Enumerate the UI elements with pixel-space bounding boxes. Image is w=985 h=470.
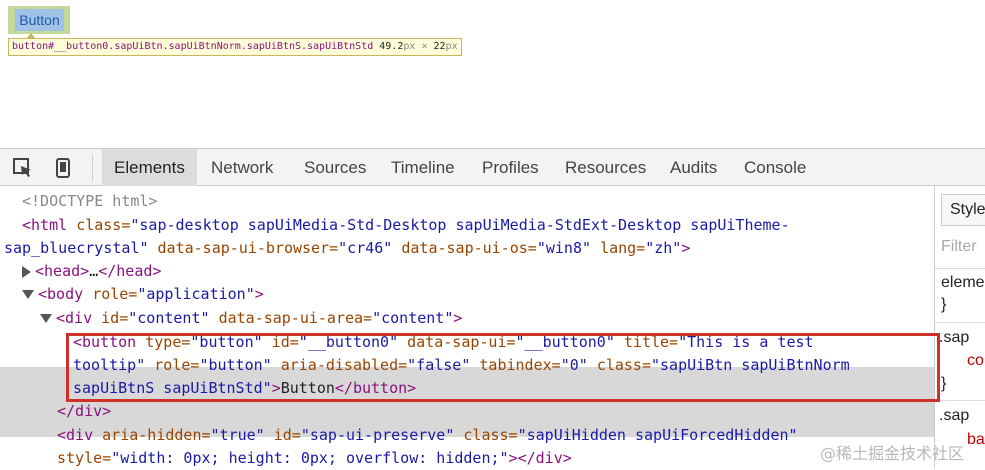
attr-value: sap_bluecrystal": [4, 239, 149, 257]
tooltip-width: 49.2: [379, 41, 404, 52]
attr-name: id=: [273, 426, 301, 444]
div-close-line[interactable]: </div>: [57, 400, 111, 423]
rule-selector[interactable]: .sap: [939, 407, 969, 425]
attr-name: style=: [57, 449, 112, 467]
head-line[interactable]: <head>…</head>: [22, 260, 161, 283]
doctype-line[interactable]: <!DOCTYPE html>: [22, 190, 157, 213]
styles-tab[interactable]: Style: [941, 194, 985, 226]
annotation-highlight-box: [66, 333, 940, 402]
preserve-div-line-2: style="width: 0px; height: 0px; overflow…: [57, 447, 572, 470]
html-line[interactable]: <html class="sap-desktop sapUiMedia-Std-…: [22, 214, 790, 237]
body-tag: <body: [38, 285, 84, 303]
element-style-brace: }: [941, 296, 947, 313]
devtools-toolbar: Elements Network Sources Timeline Profil…: [0, 148, 985, 186]
attr-value: "true": [210, 426, 265, 444]
attr-name: class=: [76, 216, 131, 234]
attr-name: class=: [463, 426, 518, 444]
attr-value: "cr46": [338, 239, 393, 257]
div-tag: <div: [56, 309, 93, 327]
attr-value: "win8": [536, 239, 592, 257]
tooltip-width-unit: px: [403, 41, 416, 52]
styles-divider: [935, 268, 985, 269]
body-line[interactable]: <body role="application">: [22, 283, 264, 306]
tab-network[interactable]: Network: [199, 149, 285, 186]
attr-value: "width: 0px; height: 0px; overflow: hidd…: [111, 449, 509, 467]
rule-property[interactable]: co: [967, 352, 984, 370]
attr-value: "sapUiHidden sapUiForcedHidden": [517, 426, 798, 444]
collapsed-ellipsis: …: [89, 262, 99, 280]
toolbar-divider: [92, 155, 93, 181]
tab-elements[interactable]: Elements: [102, 149, 197, 186]
doctype: <!DOCTYPE html>: [22, 192, 158, 210]
tag-end: ></div>: [508, 449, 572, 467]
page-preview: Button button#__button0.sapUiBtn.sapUiBt…: [0, 0, 985, 150]
tab-profiles[interactable]: Profiles: [470, 149, 551, 186]
rule-close-brace: }: [941, 375, 947, 392]
styles-filter-input[interactable]: Filter: [941, 238, 977, 256]
attr-name: lang=: [600, 239, 646, 257]
attr-value: "zh": [645, 239, 682, 257]
tab-timeline[interactable]: Timeline: [379, 149, 467, 186]
attr-name: data-sap-ui-area=: [218, 309, 373, 327]
attr-name: aria-hidden=: [102, 426, 211, 444]
div-close-tag: </div>: [57, 402, 112, 420]
div-tag: <div: [57, 426, 94, 444]
styles-divider: [935, 322, 985, 323]
head-close-tag: </head>: [98, 262, 162, 280]
rule-property[interactable]: ba: [967, 431, 985, 449]
expand-arrow-icon[interactable]: [22, 265, 31, 278]
inspect-element-icon[interactable]: [12, 157, 34, 179]
tab-console[interactable]: Console: [732, 149, 818, 186]
html-tag: <html: [22, 216, 68, 234]
head-tag: <head>: [35, 262, 90, 280]
attr-name: data-sap-ui-os=: [401, 239, 537, 257]
tab-sources[interactable]: Sources: [292, 149, 378, 186]
element-style-label: eleme: [941, 274, 985, 291]
watermark: @稀土掘金技术社区: [820, 444, 965, 463]
styles-divider: [935, 400, 985, 401]
tooltip-height-unit: px: [445, 41, 458, 52]
attr-name: role=: [92, 285, 138, 303]
tag-end: >: [453, 309, 463, 327]
rule-selector[interactable]: .sap: [939, 329, 969, 347]
tooltip-height: 22: [433, 41, 446, 52]
content-div-line[interactable]: <div id="content" data-sap-ui-area="cont…: [40, 307, 462, 330]
collapse-arrow-icon[interactable]: [40, 314, 52, 323]
attr-value: "content": [372, 309, 454, 327]
attr-value: "sap-ui-preserve": [300, 426, 455, 444]
attr-value: "sap-desktop sapUiMedia-Std-Desktop sapU…: [130, 216, 790, 234]
attr-value: "application": [137, 285, 255, 303]
html-line-cont: sap_bluecrystal" data-sap-ui-browser="cr…: [4, 237, 690, 260]
preview-button[interactable]: Button: [15, 9, 64, 31]
dom-tree: <!DOCTYPE html> <html class="sap-desktop…: [0, 186, 934, 468]
tooltip-selector: button#__button0.sapUiBtn.sapUiBtnNorm.s…: [12, 41, 374, 52]
attr-value: "content": [128, 309, 210, 327]
inspect-tooltip: button#__button0.sapUiBtn.sapUiBtnNorm.s…: [8, 38, 462, 56]
attr-name: data-sap-ui-browser=: [157, 239, 339, 257]
device-mode-icon[interactable]: [52, 157, 74, 179]
devtools-panel: Elements Network Sources Timeline Profil…: [0, 148, 985, 468]
tooltip-times: ×: [421, 41, 428, 52]
preserve-div-line[interactable]: <div aria-hidden="true" id="sap-ui-prese…: [57, 424, 798, 447]
tab-resources[interactable]: Resources: [553, 149, 658, 186]
attr-name: id=: [101, 309, 129, 327]
collapse-arrow-icon[interactable]: [22, 290, 34, 299]
tab-audits[interactable]: Audits: [658, 149, 729, 186]
tag-end: >: [681, 239, 691, 257]
styles-pane: Style Filter eleme } .sap co } .sap ba: [934, 186, 985, 468]
tag-end: >: [254, 285, 264, 303]
